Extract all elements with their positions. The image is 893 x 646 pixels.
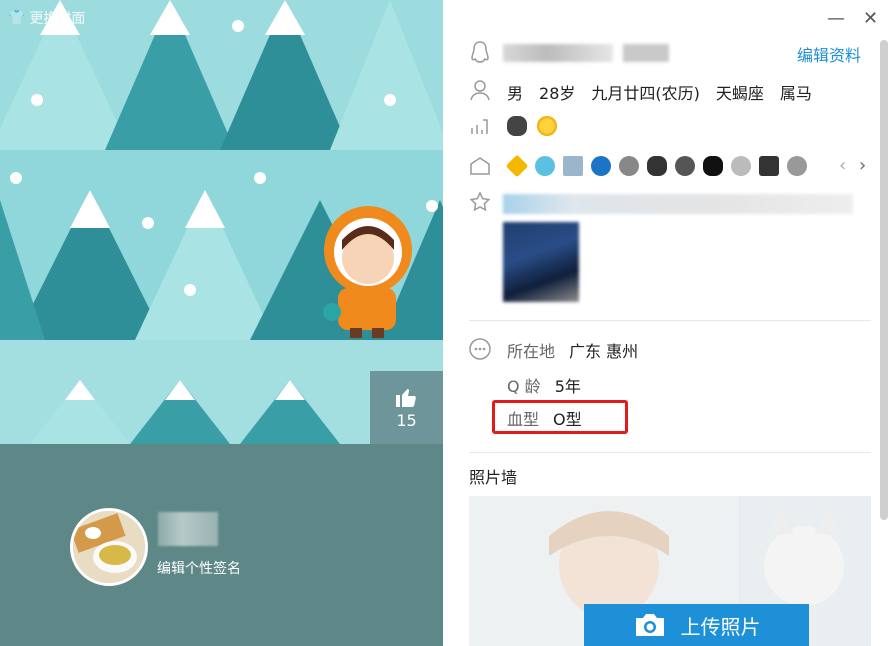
crown-badge-icon[interactable]: [787, 156, 807, 176]
cover-panel: 👕 更换封面 15 编辑个性签名: [0, 0, 443, 646]
qage-value: 5年: [554, 377, 581, 396]
tags-redacted: [503, 194, 853, 214]
camera-icon: [635, 614, 664, 636]
edit-profile-link[interactable]: 编辑资料: [797, 42, 861, 66]
info-panel: — ✕ 编辑资料 男 28岁 九月廿四(农历) 天蝎座 属马 ‹ › 所在地 广…: [443, 0, 893, 646]
birthday: 九月廿四(农历): [591, 84, 700, 103]
minimize-button[interactable]: —: [827, 8, 845, 29]
star-badge-icon[interactable]: [505, 154, 529, 178]
edit-signature-link[interactable]: 编辑个性签名: [157, 558, 241, 578]
divider: [469, 320, 871, 321]
change-cover-button[interactable]: 👕 更换封面: [8, 8, 85, 28]
qage-row: Q 龄 5年: [507, 373, 581, 397]
zodiac: 天蝎座: [715, 84, 764, 103]
mail-badge-icon[interactable]: [563, 156, 583, 176]
star-outline-icon: [469, 191, 491, 212]
person-icon: [470, 80, 490, 101]
upload-photo-label: 上传照片: [680, 614, 761, 639]
profile-summary: [0, 444, 443, 646]
photo-redacted: [503, 222, 579, 302]
basic-info: 男 28岁 九月廿四(农历) 天蝎座 属马: [507, 80, 812, 104]
diamond-badge-icon[interactable]: [675, 156, 695, 176]
house-icon: [470, 157, 490, 175]
chinese-zodiac: 属马: [779, 84, 812, 103]
age: 28岁: [539, 84, 576, 103]
qq-name-redacted: [623, 44, 669, 62]
penguin-level-badge-icon[interactable]: [507, 116, 527, 136]
penguin-badge-icon[interactable]: [647, 156, 667, 176]
qq-number-redacted: [503, 44, 613, 62]
qage-label: Q 龄: [507, 377, 541, 396]
like-button[interactable]: 15: [370, 371, 443, 444]
more-icon: [469, 338, 491, 360]
like-count: 15: [396, 411, 417, 430]
gender: 男: [507, 84, 524, 103]
upload-photo-button[interactable]: 上传照片: [584, 604, 809, 646]
photo-wall-title: 照片墙: [469, 468, 518, 487]
gem-badge-icon[interactable]: [731, 156, 751, 176]
cover-image[interactable]: 👕 更换封面 15: [0, 0, 443, 444]
location-label: 所在地: [507, 342, 556, 361]
heart-badge-icon[interactable]: [619, 156, 639, 176]
qzone-badge-icon[interactable]: [591, 156, 611, 176]
thumbs-up-icon: [396, 389, 416, 407]
close-button[interactable]: ✕: [863, 8, 878, 29]
sun-level-badge-icon[interactable]: [537, 116, 557, 136]
change-cover-label: 更换封面: [29, 11, 86, 27]
penguin-icon: [471, 41, 489, 63]
photo-wall[interactable]: 上传照片: [469, 496, 871, 646]
avatar-image: [73, 511, 145, 583]
vip-penguin-badge-icon[interactable]: [703, 156, 723, 176]
divider: [469, 452, 871, 453]
location-row: 所在地 广东 惠州: [507, 338, 638, 362]
shirt-icon: 👕: [8, 10, 26, 26]
level-up-icon: [471, 119, 488, 134]
location-value: 广东 惠州: [569, 342, 639, 361]
badges-next-button[interactable]: ›: [859, 155, 866, 176]
avatar[interactable]: [70, 508, 148, 586]
phone-badge-icon[interactable]: [759, 156, 779, 176]
badges-prev-button[interactable]: ‹: [839, 155, 846, 176]
eye-badge-icon[interactable]: [535, 156, 555, 176]
scrollbar[interactable]: [880, 40, 888, 520]
blood-type-highlight: [492, 400, 628, 434]
nickname-redacted: [158, 512, 218, 546]
